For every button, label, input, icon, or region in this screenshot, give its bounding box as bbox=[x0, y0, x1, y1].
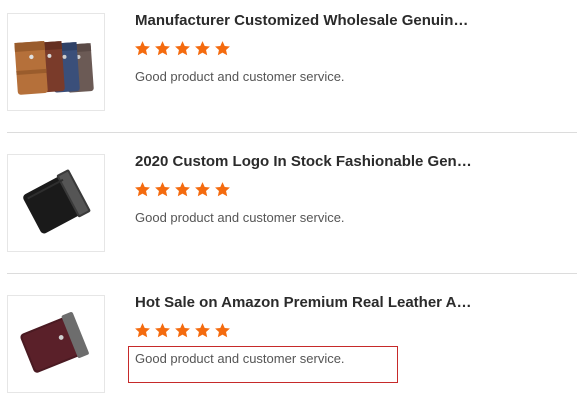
star-rating bbox=[134, 181, 231, 201]
review-product-title[interactable]: Hot Sale on Amazon Premium Real Leather … bbox=[135, 294, 475, 312]
star-icon bbox=[215, 182, 230, 197]
review-list: Manufacturer Customized Wholesale Genuin… bbox=[0, 0, 577, 405]
star-icon bbox=[135, 41, 150, 56]
star-rating bbox=[134, 40, 231, 60]
star-icon bbox=[175, 41, 190, 56]
star-icon bbox=[135, 323, 150, 338]
product-thumbnail[interactable] bbox=[7, 295, 105, 393]
star-icon bbox=[195, 41, 210, 56]
star-icon bbox=[155, 41, 170, 56]
review-product-title[interactable]: 2020 Custom Logo In Stock Fashionable Ge… bbox=[135, 153, 475, 171]
wallet-image bbox=[20, 312, 89, 373]
star-icon bbox=[155, 323, 170, 338]
star-rating bbox=[134, 322, 231, 342]
product-thumbnail[interactable] bbox=[7, 154, 105, 252]
star-icon bbox=[215, 323, 230, 338]
review-item: Manufacturer Customized Wholesale Genuin… bbox=[0, 0, 577, 111]
divider bbox=[7, 273, 577, 274]
review-product-title[interactable]: Manufacturer Customized Wholesale Genuin… bbox=[135, 12, 475, 30]
review-item: 2020 Custom Logo In Stock Fashionable Ge… bbox=[0, 141, 577, 252]
review-comment: Good product and customer service. bbox=[135, 69, 345, 84]
star-icon bbox=[195, 323, 210, 338]
product-thumbnail[interactable] bbox=[7, 13, 105, 111]
star-icon bbox=[215, 41, 230, 56]
wallet-image bbox=[23, 169, 91, 234]
wallets-image bbox=[14, 40, 94, 95]
divider bbox=[7, 132, 577, 133]
star-icon bbox=[135, 182, 150, 197]
star-icon bbox=[175, 182, 190, 197]
star-icon bbox=[175, 323, 190, 338]
star-icon bbox=[195, 182, 210, 197]
review-comment: Good product and customer service. bbox=[135, 210, 345, 225]
star-icon bbox=[155, 182, 170, 197]
comment-highlight-box bbox=[128, 346, 398, 383]
